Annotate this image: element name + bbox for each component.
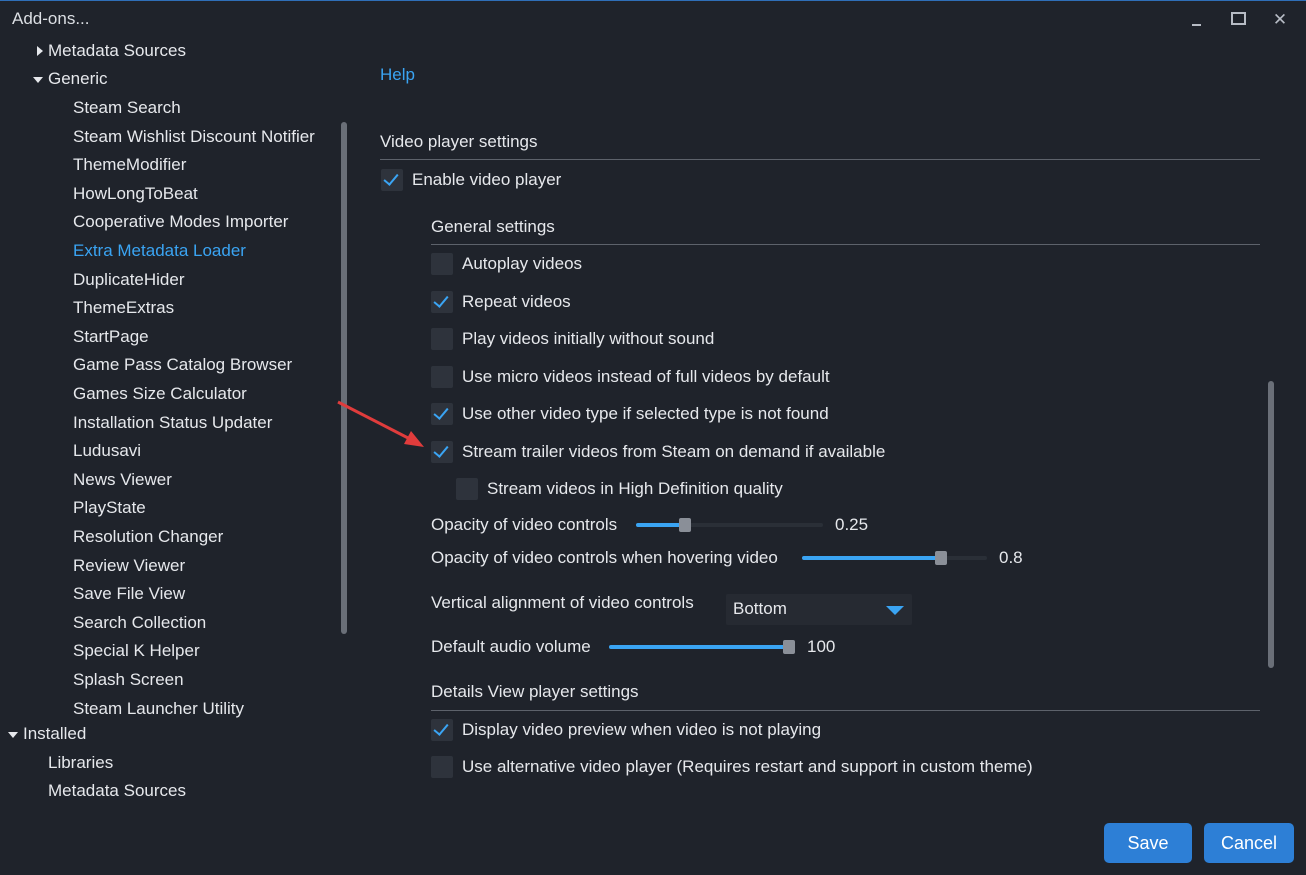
checkbox-box[interactable] bbox=[431, 290, 453, 313]
tree-item-libraries[interactable]: Libraries bbox=[48, 751, 113, 775]
checkbox-box[interactable] bbox=[431, 719, 453, 741]
checkbox-label: Autoplay videos bbox=[462, 254, 583, 273]
slider-fill bbox=[609, 645, 788, 649]
checkmark-icon bbox=[383, 170, 399, 186]
tree-item-addon[interactable]: News Viewer bbox=[73, 468, 172, 492]
tree-group-metadata-sources[interactable]: Metadata Sources bbox=[48, 39, 186, 63]
tree-item-addon[interactable]: Installation Status Updater bbox=[73, 411, 272, 435]
tree-item-addon[interactable]: Special K Helper bbox=[73, 639, 200, 663]
save-button[interactable]: Save bbox=[1104, 823, 1192, 863]
checkbox-box[interactable] bbox=[431, 756, 453, 778]
checkbox-box[interactable] bbox=[431, 403, 453, 426]
slider-thumb[interactable] bbox=[935, 551, 947, 565]
tree-item-addon[interactable]: Steam Wishlist Discount Notifier bbox=[73, 125, 315, 149]
tree-item-addon[interactable]: Extra Metadata Loader bbox=[73, 239, 246, 263]
tree-item-addon[interactable]: Game Pass Catalog Browser bbox=[73, 353, 292, 377]
tree-item-addon[interactable]: StartPage bbox=[73, 325, 149, 349]
audio-volume-slider[interactable] bbox=[609, 640, 795, 654]
tree-item-addon[interactable]: Steam Search bbox=[73, 96, 181, 120]
dropdown-label: Vertical alignment of video controls bbox=[431, 593, 694, 612]
tree-group-generic[interactable]: Generic bbox=[48, 67, 108, 91]
checkmark-icon bbox=[433, 404, 449, 421]
slider-fill bbox=[636, 523, 683, 527]
chevron-down-icon bbox=[886, 606, 904, 615]
tree-item-addon[interactable]: ThemeModifier bbox=[73, 153, 186, 177]
close-icon[interactable]: ✕ bbox=[1269, 9, 1291, 31]
checkbox-label: Enable video player bbox=[412, 170, 562, 189]
cancel-button[interactable]: Cancel bbox=[1204, 823, 1294, 863]
slider-value: 0.8 bbox=[999, 548, 1023, 567]
checkbox-box[interactable] bbox=[456, 478, 478, 500]
tree-item-addon[interactable]: Games Size Calculator bbox=[73, 382, 247, 406]
tree-item-addon[interactable]: Splash Screen bbox=[73, 668, 184, 692]
divider bbox=[380, 159, 1260, 160]
checkmark-icon bbox=[433, 720, 449, 736]
checkbox-box[interactable] bbox=[431, 328, 453, 351]
slider-label: Opacity of video controls bbox=[431, 515, 618, 534]
slider-label: Opacity of video controls when hovering … bbox=[431, 548, 778, 567]
addons-tree: Metadata Sources Generic Steam Search Ste… bbox=[0, 37, 345, 817]
tree-item-addon[interactable]: Save File View bbox=[73, 582, 185, 606]
window-title: Add-ons... bbox=[12, 9, 90, 28]
checkbox-label: Use other video type if selected type is… bbox=[462, 404, 829, 424]
tree-item-metadata-sources[interactable]: Metadata Sources bbox=[48, 779, 186, 803]
checkbox-label: Display video preview when video is not … bbox=[462, 720, 822, 739]
tree-item-addon[interactable]: Steam Launcher Utility bbox=[73, 697, 244, 721]
checkbox-label: Stream videos in High Definition quality bbox=[487, 479, 783, 498]
collapse-arrow-icon[interactable] bbox=[33, 77, 43, 83]
slider-value: 100 bbox=[807, 637, 836, 656]
content-scrollbar[interactable] bbox=[1268, 381, 1274, 668]
checkbox-box[interactable] bbox=[431, 441, 453, 463]
checkbox-box[interactable] bbox=[381, 169, 403, 191]
tree-item-addon[interactable]: Ludusavi bbox=[73, 439, 141, 463]
help-link[interactable]: Help bbox=[380, 65, 415, 85]
checkmark-icon bbox=[433, 442, 449, 458]
checkbox-label: Repeat videos bbox=[462, 291, 571, 311]
tree-item-addon[interactable]: Review Viewer bbox=[73, 554, 185, 578]
details-view-settings-title: Details View player settings bbox=[431, 682, 639, 701]
divider bbox=[431, 710, 1260, 711]
divider bbox=[431, 244, 1260, 245]
slider-thumb[interactable] bbox=[679, 518, 691, 532]
dropdown-selected-value: Bottom bbox=[733, 599, 787, 618]
slider-fill bbox=[802, 556, 943, 560]
general-settings-title: General settings bbox=[431, 217, 555, 236]
slider-thumb[interactable] bbox=[783, 640, 795, 654]
slider-label: Default audio volume bbox=[431, 637, 591, 656]
minimize-icon[interactable] bbox=[1186, 9, 1208, 31]
tree-item-addon[interactable]: Resolution Changer bbox=[73, 525, 223, 549]
checkbox-box[interactable] bbox=[431, 365, 453, 388]
tree-item-addon[interactable]: Search Collection bbox=[73, 611, 206, 635]
tree-group-installed[interactable]: Installed bbox=[23, 722, 86, 746]
checkbox-box[interactable] bbox=[431, 253, 453, 275]
expand-arrow-icon[interactable] bbox=[37, 46, 43, 56]
checkmark-icon bbox=[433, 291, 449, 308]
opacity-controls-slider[interactable] bbox=[636, 518, 823, 532]
vertical-alignment-dropdown[interactable]: Bottom bbox=[726, 594, 912, 625]
slider-value: 0.25 bbox=[835, 515, 869, 534]
maximize-icon[interactable] bbox=[1228, 9, 1250, 31]
checkbox-label: Stream trailer videos from Steam on dema… bbox=[462, 442, 886, 461]
tree-item-addon[interactable]: HowLongToBeat bbox=[73, 182, 198, 206]
checkbox-label: Use micro videos instead of full videos … bbox=[462, 366, 830, 386]
video-player-settings-title: Video player settings bbox=[380, 132, 538, 151]
tree-scrollbar[interactable] bbox=[341, 122, 347, 634]
title-bar: Add-ons... ✕ bbox=[0, 1, 1306, 37]
checkbox-label: Play videos initially without sound bbox=[462, 329, 715, 349]
tree-item-addon[interactable]: Cooperative Modes Importer bbox=[73, 210, 288, 234]
opacity-hover-slider[interactable] bbox=[802, 551, 987, 565]
tree-item-addon[interactable]: DuplicateHider bbox=[73, 268, 185, 292]
checkbox-label: Use alternative video player (Requires r… bbox=[462, 757, 1033, 776]
tree-item-addon[interactable]: PlayState bbox=[73, 496, 146, 520]
collapse-arrow-icon[interactable] bbox=[8, 732, 18, 738]
tree-item-addon[interactable]: ThemeExtras bbox=[73, 296, 174, 320]
